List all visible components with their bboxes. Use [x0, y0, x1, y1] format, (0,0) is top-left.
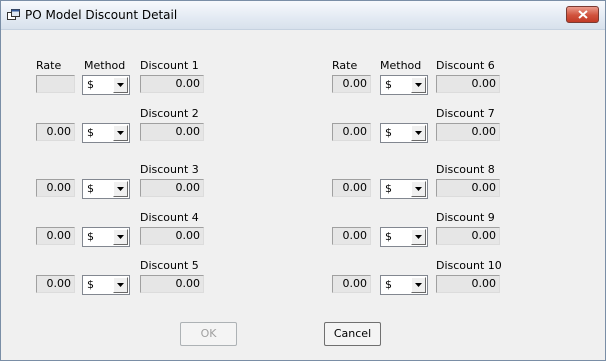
- method-value: $: [87, 278, 94, 291]
- method-value: $: [385, 182, 392, 195]
- method-dropdown-button[interactable]: [113, 277, 128, 293]
- rate-field[interactable]: 0.00: [332, 227, 371, 245]
- discount-amount-field[interactable]: 0.00: [140, 179, 204, 197]
- method-dropdown-button[interactable]: [411, 229, 426, 245]
- discount-amount-field[interactable]: 0.00: [436, 179, 500, 197]
- method-select[interactable]: $: [82, 123, 130, 143]
- method-value: $: [385, 278, 392, 291]
- window-app-icon: [7, 9, 20, 20]
- method-select[interactable]: $: [380, 227, 428, 247]
- method-select[interactable]: $: [82, 227, 130, 247]
- rate-field[interactable]: 0.00: [332, 179, 371, 197]
- chevron-down-icon: [117, 187, 124, 191]
- discount-label: Discount 7: [436, 107, 495, 120]
- method-header-left: Method: [84, 59, 126, 72]
- cancel-button[interactable]: Cancel: [324, 322, 381, 346]
- method-select[interactable]: $: [380, 123, 428, 143]
- rate-field[interactable]: 0.00: [36, 123, 75, 141]
- method-dropdown-button[interactable]: [113, 229, 128, 245]
- chevron-down-icon: [117, 131, 124, 135]
- discount-label: Discount 8: [436, 163, 495, 176]
- ok-button[interactable]: OK: [180, 322, 237, 346]
- chevron-down-icon: [415, 235, 422, 239]
- chevron-down-icon: [415, 283, 422, 287]
- chevron-down-icon: [415, 83, 422, 87]
- method-value: $: [385, 126, 392, 139]
- rate-field[interactable]: 0.00: [36, 227, 75, 245]
- method-select[interactable]: $: [380, 275, 428, 295]
- method-select[interactable]: $: [82, 75, 130, 95]
- rate-header-left: Rate: [36, 59, 62, 72]
- discount-amount-field[interactable]: 0.00: [140, 75, 204, 93]
- method-select[interactable]: $: [82, 179, 130, 199]
- rate-field[interactable]: 0.00: [332, 275, 371, 293]
- method-dropdown-button[interactable]: [411, 181, 426, 197]
- method-value: $: [385, 230, 392, 243]
- discount-amount-field[interactable]: 0.00: [140, 123, 204, 141]
- dialog-window: PO Model Discount Detail Rate Method Rat…: [0, 0, 606, 361]
- rate-field[interactable]: 0.00: [36, 275, 75, 293]
- method-value: $: [87, 182, 94, 195]
- discount-label: Discount 2: [140, 107, 199, 120]
- client-area: Rate Method Rate Method Discount 1 $0.00 D…: [1, 30, 605, 360]
- discount-label: Discount 1: [140, 59, 199, 72]
- rate-header-right: Rate: [332, 59, 358, 72]
- close-button[interactable]: [566, 6, 599, 23]
- chevron-down-icon: [117, 235, 124, 239]
- discount-amount-field[interactable]: 0.00: [140, 275, 204, 293]
- method-select[interactable]: $: [82, 275, 130, 295]
- method-value: $: [385, 78, 392, 91]
- discount-label: Discount 3: [140, 163, 199, 176]
- method-dropdown-button[interactable]: [411, 125, 426, 141]
- method-dropdown-button[interactable]: [411, 77, 426, 93]
- method-dropdown-button[interactable]: [113, 125, 128, 141]
- chevron-down-icon: [117, 283, 124, 287]
- method-select[interactable]: $: [380, 75, 428, 95]
- discount-label: Discount 10: [436, 259, 502, 272]
- method-dropdown-button[interactable]: [113, 181, 128, 197]
- discount-label: Discount 6: [436, 59, 495, 72]
- discount-amount-field[interactable]: 0.00: [436, 227, 500, 245]
- chevron-down-icon: [117, 83, 124, 87]
- method-value: $: [87, 78, 94, 91]
- method-header-right: Method: [380, 59, 422, 72]
- rate-field[interactable]: [36, 75, 75, 93]
- rate-field[interactable]: 0.00: [332, 123, 371, 141]
- rate-field[interactable]: 0.00: [36, 179, 75, 197]
- method-dropdown-button[interactable]: [113, 77, 128, 93]
- discount-label: Discount 9: [436, 211, 495, 224]
- discount-amount-field[interactable]: 0.00: [140, 227, 204, 245]
- discount-amount-field[interactable]: 0.00: [436, 275, 500, 293]
- chevron-down-icon: [415, 131, 422, 135]
- discount-amount-field[interactable]: 0.00: [436, 123, 500, 141]
- window-title: PO Model Discount Detail: [25, 8, 178, 22]
- chevron-down-icon: [415, 187, 422, 191]
- discount-amount-field[interactable]: 0.00: [436, 75, 500, 93]
- method-dropdown-button[interactable]: [411, 277, 426, 293]
- discount-label: Discount 4: [140, 211, 199, 224]
- method-value: $: [87, 126, 94, 139]
- rate-field[interactable]: 0.00: [332, 75, 371, 93]
- title-bar[interactable]: PO Model Discount Detail: [1, 1, 605, 30]
- discount-label: Discount 5: [140, 259, 199, 272]
- close-icon: [578, 10, 588, 19]
- method-value: $: [87, 230, 94, 243]
- method-select[interactable]: $: [380, 179, 428, 199]
